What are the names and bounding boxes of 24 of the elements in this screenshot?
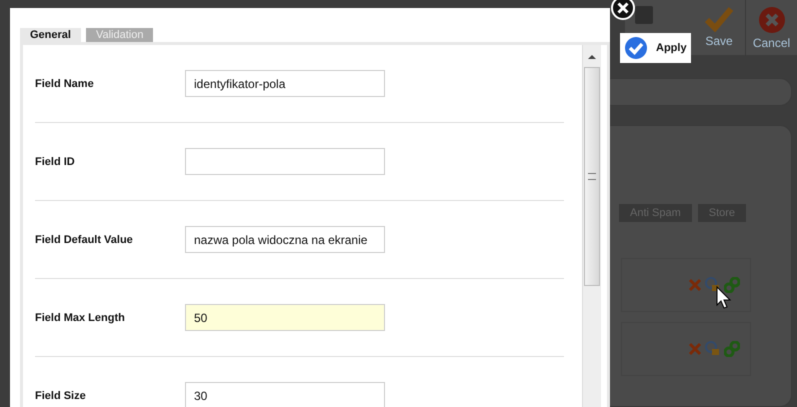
field-label: Field Default Value (35, 234, 134, 246)
checkmark-icon (704, 6, 734, 32)
input-field[interactable]: identyfikator-pola (185, 70, 385, 97)
field-label: Field Size (35, 390, 87, 402)
scrollbar-thumb[interactable] (584, 67, 600, 286)
checkmark-icon (624, 36, 648, 60)
scroll-up-arrow-icon[interactable] (588, 55, 596, 59)
field-label: Field ID (35, 156, 76, 168)
field-label: Field Name (35, 78, 95, 90)
cancel-icon (758, 6, 786, 34)
input-field[interactable]: 50 (185, 304, 385, 331)
input-field[interactable]: 30 (185, 382, 385, 407)
close-icon[interactable] (611, 0, 635, 20)
input-field[interactable]: nazwa pola widoczna na ekranie (185, 226, 385, 253)
input-field[interactable] (185, 148, 385, 175)
cross-icon[interactable] (688, 278, 702, 292)
toolbar-button[interactable]: Cancel (745, 0, 797, 56)
mouse-cursor-icon (716, 286, 732, 310)
cross-icon[interactable] (688, 342, 702, 356)
apply-button[interactable]: Apply (620, 33, 691, 63)
chain-icon[interactable] (724, 341, 740, 357)
tab[interactable]: General (20, 28, 81, 42)
toolbar-button[interactable]: Save (693, 0, 745, 54)
field-label: Field Max Length (35, 312, 126, 324)
